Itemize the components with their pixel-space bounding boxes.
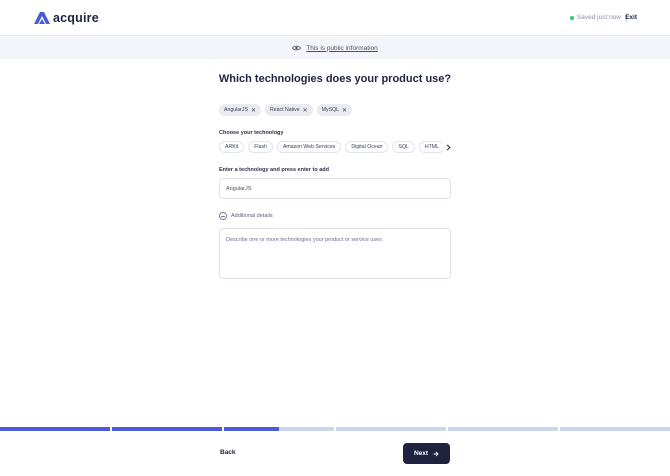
chevron-right-icon[interactable] (443, 141, 453, 153)
public-info-link[interactable]: This is public information (306, 45, 378, 52)
public-info-bar: This is public information (0, 37, 670, 59)
progress-segment-fill (112, 427, 222, 431)
eye-icon (292, 45, 302, 51)
choose-technology-label: Choose your technology (219, 130, 284, 136)
selected-chip: AngularJS ✕ (219, 104, 261, 116)
progress-segment (560, 427, 670, 431)
close-icon[interactable]: ✕ (303, 107, 308, 114)
selected-technologies: AngularJS ✕ React Native ✕ MySQL ✕ (219, 104, 353, 116)
technology-option[interactable]: Digital Ocean (345, 141, 389, 153)
technology-option[interactable]: ARKit (219, 141, 245, 153)
progress-segment (224, 427, 334, 431)
back-button[interactable]: Back (220, 449, 236, 456)
chip-label: React Native (269, 107, 300, 113)
technology-option[interactable]: HTML (418, 141, 445, 153)
progress-segment (336, 427, 446, 431)
progress-segment-fill (224, 427, 279, 431)
technology-options: ARKit Flash Amazon Web Services Digital … (219, 141, 453, 153)
save-status: Saved just now (569, 14, 621, 21)
next-button[interactable]: Next (403, 443, 450, 464)
minus-circle-icon (219, 212, 227, 220)
next-label: Next (413, 450, 429, 457)
progress-segment-fill (0, 427, 110, 431)
technology-option[interactable]: Flash (248, 141, 273, 153)
brand-logo[interactable]: acquire (34, 11, 99, 25)
technology-input-value: AngularJS (226, 185, 252, 192)
textarea-placeholder: Describe one or more technologies your p… (226, 237, 382, 243)
progress-segment (448, 427, 558, 431)
close-icon[interactable]: ✕ (251, 107, 256, 114)
saved-dot-icon (569, 15, 574, 20)
save-status-text: Saved just now (576, 14, 621, 21)
brand-name: acquire (53, 11, 99, 25)
selected-chip: React Native ✕ (264, 104, 313, 116)
progress-segment (0, 427, 110, 431)
page-title: Which technologies does your product use… (218, 73, 452, 85)
selected-chip: MySQL ✕ (316, 104, 353, 116)
arrow-right-icon (433, 451, 439, 457)
chip-label: AngularJS (224, 107, 248, 113)
progress-segment (112, 427, 222, 431)
enter-technology-label: Enter a technology and press enter to ad… (219, 167, 330, 173)
technology-option[interactable]: Amazon Web Services (276, 141, 342, 153)
acquire-logo-icon (34, 12, 50, 24)
exit-button[interactable]: Exit (625, 14, 637, 21)
additional-details-label: Additional details (231, 213, 273, 219)
close-icon[interactable]: ✕ (342, 107, 347, 114)
top-header: acquire Saved just now Exit (0, 0, 670, 36)
chip-label: MySQL (321, 107, 339, 113)
additional-details-toggle[interactable]: Additional details (219, 212, 273, 220)
technology-input[interactable]: AngularJS (219, 178, 451, 199)
progress-bar (0, 427, 670, 431)
technology-option[interactable]: SQL (392, 141, 415, 153)
additional-details-textarea[interactable]: Describe one or more technologies your p… (219, 228, 451, 279)
